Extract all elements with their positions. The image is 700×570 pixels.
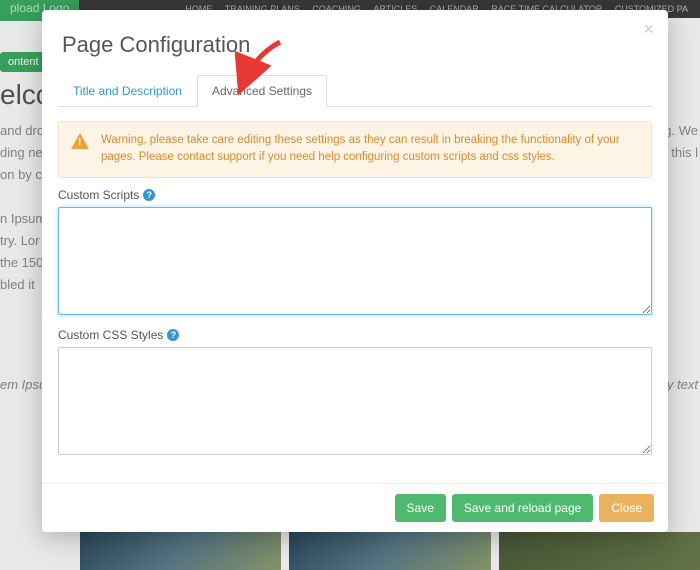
- custom-css-label: Custom CSS Styles: [58, 328, 163, 342]
- custom-scripts-input[interactable]: [58, 207, 652, 315]
- tab-title-description[interactable]: Title and Description: [58, 75, 197, 107]
- custom-css-input[interactable]: [58, 347, 652, 455]
- warning-icon: [71, 133, 89, 149]
- custom-scripts-group: Custom Scripts ?: [58, 188, 652, 318]
- save-button[interactable]: Save: [395, 494, 446, 522]
- save-reload-button[interactable]: Save and reload page: [452, 494, 593, 522]
- tab-advanced-settings[interactable]: Advanced Settings: [197, 75, 327, 107]
- page-config-modal: × Page Configuration Title and Descripti…: [42, 10, 668, 532]
- modal-footer: Save Save and reload page Close: [42, 483, 668, 532]
- close-icon[interactable]: ×: [643, 20, 654, 38]
- close-button[interactable]: Close: [599, 494, 654, 522]
- modal-title: Page Configuration: [42, 10, 668, 74]
- warning-alert: Warning, please take care editing these …: [58, 121, 652, 178]
- tab-bar: Title and Description Advanced Settings: [58, 74, 652, 107]
- warning-text: Warning, please take care editing these …: [101, 134, 620, 163]
- custom-css-group: Custom CSS Styles ?: [58, 328, 652, 458]
- help-icon[interactable]: ?: [143, 189, 155, 201]
- custom-scripts-label: Custom Scripts: [58, 188, 139, 202]
- help-icon[interactable]: ?: [167, 329, 179, 341]
